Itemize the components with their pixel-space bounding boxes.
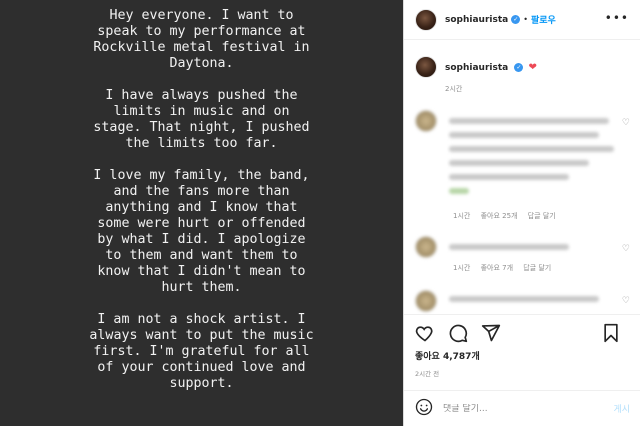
story-paragraph: I am not a shock artist. I always want t… xyxy=(89,312,314,391)
caption-time: 2시간 xyxy=(445,85,463,93)
blurred-comment-text xyxy=(449,188,469,194)
blurred-comment-text xyxy=(449,244,569,250)
comment-icon[interactable] xyxy=(448,323,470,345)
blurred-comment-text xyxy=(449,174,569,180)
post-sidebar: sophiaurista ✓ • 팔로우 ••• sophiaurista ✓ … xyxy=(403,0,640,426)
comment-meta: 1시간 좋아요 7개 답글 달기 xyxy=(453,263,559,273)
reply-button[interactable]: 답글 달기 xyxy=(523,264,551,272)
comment-time: 1시간 xyxy=(453,264,471,272)
post-comment-button[interactable]: 게시 xyxy=(613,402,630,415)
story-paragraph: Hey everyone. I want to speak to my perf… xyxy=(93,8,310,71)
comment-likes[interactable]: 좋아요 7개 xyxy=(481,264,513,272)
blurred-comment-text xyxy=(449,296,599,302)
caption-username-text[interactable]: sophiaurista xyxy=(445,63,508,73)
comment-item: ♡ xyxy=(415,290,630,312)
blurred-comment-text xyxy=(449,118,609,124)
commenter-avatar[interactable] xyxy=(415,290,437,312)
comment-like-heart-icon[interactable]: ♡ xyxy=(622,296,630,306)
commenter-avatar[interactable] xyxy=(415,110,437,132)
more-options-icon[interactable]: ••• xyxy=(605,11,629,25)
story-panel: Hey everyone. I want to speak to my perf… xyxy=(0,0,403,426)
follow-button[interactable]: 팔로우 xyxy=(531,13,556,26)
author-avatar[interactable] xyxy=(415,8,437,31)
red-heart-emoji: ❤ xyxy=(528,62,537,73)
comment-like-heart-icon[interactable]: ♡ xyxy=(622,118,630,128)
story-paragraph: I love my family, the band, and the fans… xyxy=(93,168,310,295)
comment-time: 1시간 xyxy=(453,212,471,220)
share-icon[interactable] xyxy=(481,323,503,345)
commenter-avatar[interactable] xyxy=(415,236,437,258)
blurred-comment-text xyxy=(449,146,614,152)
blurred-comment-text xyxy=(449,132,599,138)
comment-meta: 1시간 좋아요 25개 답글 달기 xyxy=(453,211,564,221)
comment-like-heart-icon[interactable]: ♡ xyxy=(622,244,630,254)
heart-icon[interactable] xyxy=(415,323,437,345)
post-header: sophiaurista ✓ • 팔로우 ••• xyxy=(404,0,640,40)
comment-item: 1시간 좋아요 25개 답글 달기 ♡ xyxy=(415,110,630,222)
author-username[interactable]: sophiaurista xyxy=(445,15,508,25)
reply-button[interactable]: 답글 달기 xyxy=(528,212,556,220)
caption-username: sophiaurista ✓ ❤ xyxy=(445,62,537,73)
caption-avatar[interactable] xyxy=(415,56,437,78)
emoji-icon[interactable] xyxy=(415,398,433,420)
comment-input[interactable] xyxy=(443,403,593,414)
verified-badge-icon: ✓ xyxy=(511,15,521,24)
blurred-comment-text xyxy=(449,160,589,166)
add-comment-bar: 게시 xyxy=(404,390,640,426)
action-bar xyxy=(404,314,640,345)
comment-item: 1시간 좋아요 7개 답글 달기 ♡ xyxy=(415,236,630,276)
likes-count[interactable]: 좋아요 4,787개 xyxy=(415,349,480,362)
separator-dot: • xyxy=(523,15,528,24)
bookmark-icon[interactable] xyxy=(601,323,623,345)
verified-badge-icon: ✓ xyxy=(514,63,524,72)
comment-likes[interactable]: 좋아요 25개 xyxy=(481,212,518,220)
post-time: 2시간 전 xyxy=(415,370,440,378)
story-paragraph: I have always pushed the limits in music… xyxy=(93,88,310,151)
